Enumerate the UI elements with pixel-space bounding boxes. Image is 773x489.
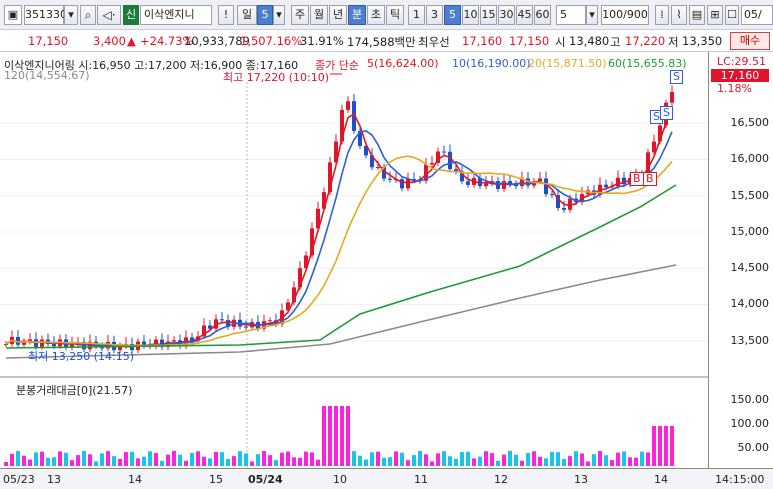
high-note: 최고 17,220 (10:10) bbox=[223, 71, 330, 84]
x-tick: 13 bbox=[47, 473, 61, 486]
x-tick: 05/23 bbox=[3, 473, 35, 486]
stock-name-field[interactable]: 이삭엔지니 bbox=[140, 5, 212, 25]
checkbox-icon[interactable]: ☐ bbox=[725, 5, 739, 25]
x-tick: 10 bbox=[333, 473, 347, 486]
interval-30-button[interactable]: 30 bbox=[498, 5, 515, 25]
x-tick: 12 bbox=[494, 473, 508, 486]
lc-label: LC:29.51 bbox=[717, 55, 767, 68]
best-label: 최우선 bbox=[418, 35, 450, 49]
quote-bar: 17,150 3,400 ▲ +24.73% 10,933,789 1,507.… bbox=[0, 30, 773, 52]
x-tick: 05/24 bbox=[248, 473, 283, 486]
turnover-value: 31.91% bbox=[300, 34, 344, 48]
y-tick: 13,500 bbox=[730, 334, 770, 347]
price-scale[interactable]: LC:29.51 17,160 1.18% 16,500 16,000 15,5… bbox=[709, 52, 773, 468]
day-button[interactable]: 일 bbox=[237, 5, 257, 25]
y-tick: 14,500 bbox=[730, 261, 770, 274]
current-price-tag: 17,160 bbox=[711, 69, 769, 82]
best-bid: 17,150 bbox=[509, 34, 550, 48]
y-tick: 16,000 bbox=[730, 152, 770, 165]
print-icon[interactable]: ⊞ bbox=[707, 5, 723, 25]
speaker-icon[interactable]: ◁· bbox=[97, 5, 121, 25]
save-icon[interactable]: ▤ bbox=[689, 5, 705, 25]
pct-tag: 1.18% bbox=[717, 82, 752, 95]
x-tick: 13 bbox=[574, 473, 588, 486]
ma5-legend: 5(16,624.00) bbox=[367, 57, 439, 70]
low-label: 저 bbox=[668, 35, 679, 49]
alert-button[interactable]: ! bbox=[218, 5, 234, 25]
year-button[interactable]: 년 bbox=[329, 5, 347, 25]
month-button[interactable]: 월 bbox=[310, 5, 328, 25]
unit-value-field[interactable]: 5 bbox=[257, 5, 273, 25]
week-button[interactable]: 주 bbox=[291, 5, 309, 25]
x-tick: 11 bbox=[414, 473, 428, 486]
interval-5-button[interactable]: 5 bbox=[444, 5, 461, 25]
vol-tick: 100.00 bbox=[730, 417, 770, 430]
interval-45-button[interactable]: 45 bbox=[516, 5, 533, 25]
volume-title: 분봉거래대금[0](21.57) bbox=[16, 384, 133, 397]
unit-dropdown-icon[interactable]: ▾ bbox=[273, 5, 285, 25]
x-tick: 15 bbox=[209, 473, 223, 486]
ma10-legend: 10(16,190.00) bbox=[452, 57, 531, 70]
interval-60-button[interactable]: 60 bbox=[534, 5, 551, 25]
price-value: 17,150 bbox=[28, 34, 69, 48]
low-note: 최저 13,250 (14:15) bbox=[28, 350, 135, 363]
open-label: 시 bbox=[555, 35, 566, 49]
buy-button[interactable]: 매수 bbox=[730, 32, 770, 50]
date-field[interactable]: 05/ bbox=[741, 5, 773, 25]
buy-signal-badge[interactable]: B bbox=[630, 172, 644, 186]
interval-3-button[interactable]: 3 bbox=[426, 5, 443, 25]
sell-signal-badge[interactable]: S bbox=[660, 106, 673, 120]
page-field[interactable]: 100/900 bbox=[601, 5, 649, 25]
ma120-legend: 120(14,554.67) bbox=[4, 69, 90, 82]
window-icon[interactable]: ▣ bbox=[4, 5, 22, 25]
interval-1-button[interactable]: 1 bbox=[408, 5, 425, 25]
second-button[interactable]: 초 bbox=[367, 5, 385, 25]
y-tick: 16,500 bbox=[730, 116, 770, 129]
best-ask: 17,160 bbox=[462, 34, 503, 48]
x-tick: 14 bbox=[128, 473, 142, 486]
count-input[interactable]: 5 bbox=[556, 5, 586, 25]
y-tick: 15,500 bbox=[730, 189, 770, 202]
stock-code-input[interactable]: 351330 bbox=[24, 5, 67, 25]
vol-tick: 150.00 bbox=[730, 393, 770, 406]
plot-frame bbox=[0, 52, 709, 468]
buy-signal-badge[interactable]: B bbox=[643, 172, 657, 186]
toolbar: ▣ 351330 ▾ ⌕ ◁· 신 이삭엔지니 ! 일 5 ▾ 주 월 년 분 … bbox=[0, 0, 773, 30]
y-tick: 15,000 bbox=[730, 225, 770, 238]
y-tick: 14,000 bbox=[730, 297, 770, 310]
minute-button[interactable]: 분 bbox=[348, 5, 366, 25]
ma60-legend: 60(15,655.83) bbox=[608, 57, 687, 70]
draw-icon[interactable]: ⌇ bbox=[671, 5, 687, 25]
new-listing-tag: 신 bbox=[123, 5, 139, 25]
vol-tick: 50.00 bbox=[737, 441, 770, 454]
volume-ratio: 1,507.16% bbox=[240, 34, 303, 48]
high-value: 17,220 bbox=[625, 34, 666, 48]
low-value: 13,350 bbox=[682, 34, 723, 48]
tick-button[interactable]: 틱 bbox=[386, 5, 404, 25]
interval-10-button[interactable]: 10 bbox=[462, 5, 479, 25]
high-label: 고 bbox=[610, 35, 621, 49]
code-dropdown-icon[interactable]: ▾ bbox=[64, 5, 78, 25]
change-value: 3,400 bbox=[93, 34, 126, 48]
search-icon[interactable]: ⌕ bbox=[80, 5, 96, 25]
count-dropdown-icon[interactable]: ▾ bbox=[586, 5, 598, 25]
sell-signal-badge[interactable]: S bbox=[670, 70, 683, 84]
interval-15-button[interactable]: 15 bbox=[480, 5, 497, 25]
ma20-legend: 20(15,871.50) bbox=[528, 57, 607, 70]
open-value: 13,480 bbox=[569, 34, 610, 48]
amount-value: 174,588백만 bbox=[347, 35, 416, 49]
x-tick: 14:15:00 bbox=[715, 473, 765, 486]
grid-icon[interactable]: ⁞ bbox=[655, 5, 669, 25]
up-arrow-icon: ▲ bbox=[127, 34, 136, 48]
x-tick: 14 bbox=[654, 473, 668, 486]
chart-area[interactable]: 이삭엔지니어링 시:16,950 고:17,200 저:16,900 종:17,… bbox=[0, 52, 773, 489]
time-axis[interactable]: 05/23 13 14 15 05/24 10 11 12 13 14 14:1… bbox=[0, 468, 773, 489]
